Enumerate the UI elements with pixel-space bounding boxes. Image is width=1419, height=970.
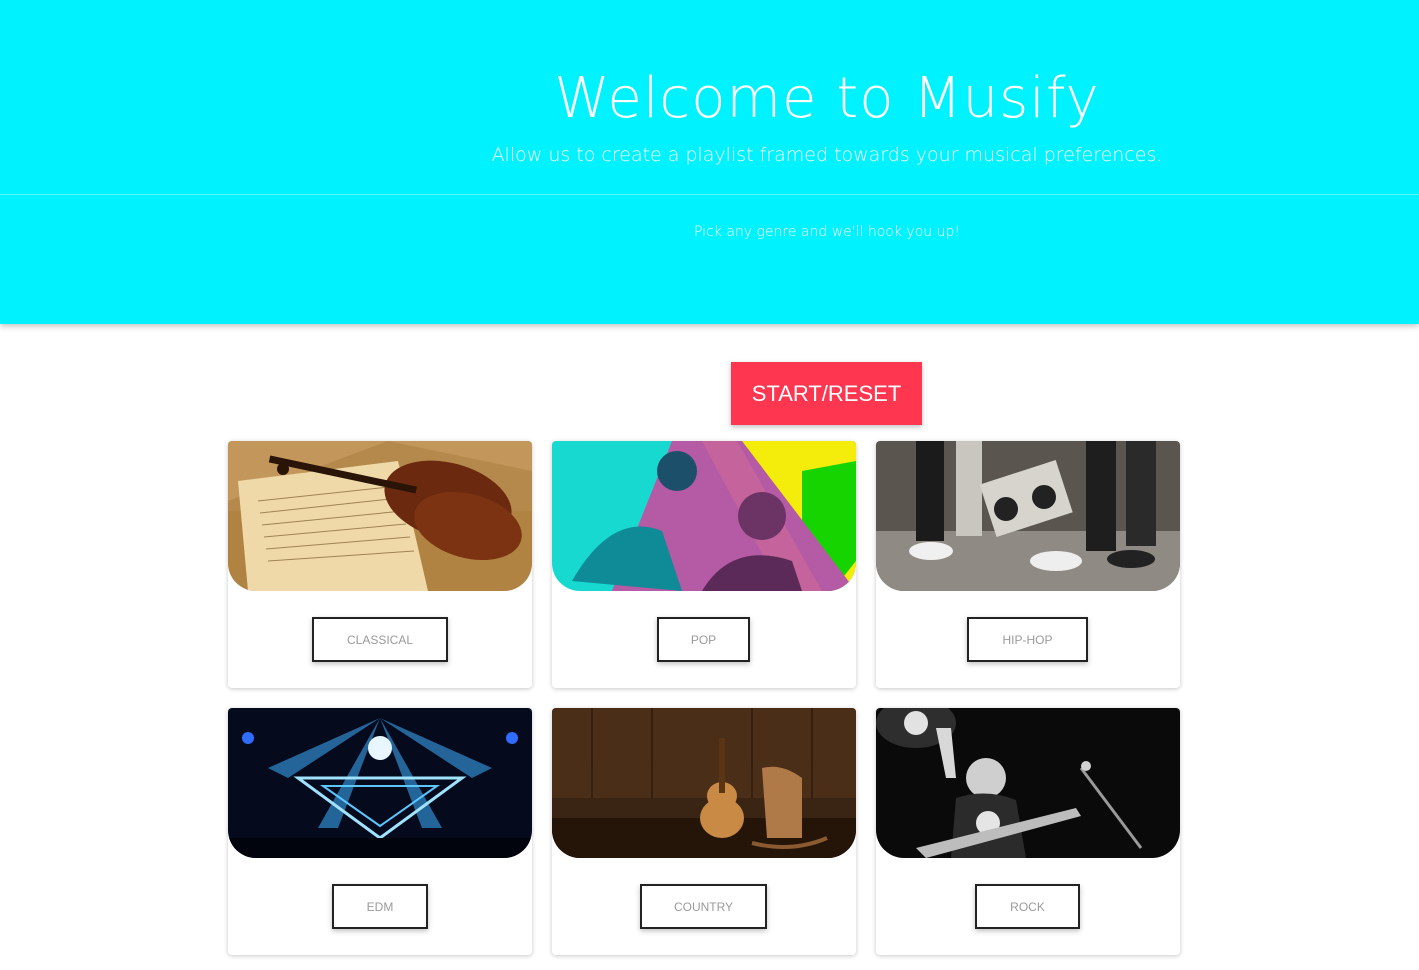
guitar-rocking-chair-image[interactable] (552, 708, 856, 858)
start-reset-button[interactable]: START/RESET (731, 362, 922, 425)
edm-button[interactable]: EDM (332, 884, 428, 929)
genre-card-country: COUNTRY (552, 708, 856, 955)
violin-sheet-music-image[interactable] (228, 441, 532, 591)
country-button[interactable]: COUNTRY (640, 884, 767, 929)
pop-button[interactable]: POP (657, 617, 750, 662)
genre-card-pop: POP (552, 441, 856, 688)
dj-stage-lights-image[interactable] (228, 708, 532, 858)
hero-hint: Pick any genre and we'll hook you up! (694, 224, 960, 240)
classical-button[interactable]: CLASSICAL (312, 617, 448, 662)
hero-subtitle: Allow us to create a playlist framed tow… (491, 144, 1163, 166)
genre-card-edm: EDM (228, 708, 532, 955)
genre-card-rock: ROCK (876, 708, 1180, 955)
page-title: Welcome to Musify (554, 66, 1100, 131)
pop-artists-collage-image[interactable] (552, 441, 856, 591)
genre-card-classical: CLASSICAL (228, 441, 532, 688)
hip-hop-button[interactable]: HIP-HOP (967, 617, 1088, 662)
genre-card-hip-hop: HIP-HOP (876, 441, 1180, 688)
hero-banner: Welcome to Musify Allow us to create a p… (0, 0, 1419, 324)
hero-divider (0, 194, 1419, 195)
boombox-sneakers-image[interactable] (876, 441, 1180, 591)
rock-guitarist-image[interactable] (876, 708, 1180, 858)
rock-button[interactable]: ROCK (975, 884, 1080, 929)
